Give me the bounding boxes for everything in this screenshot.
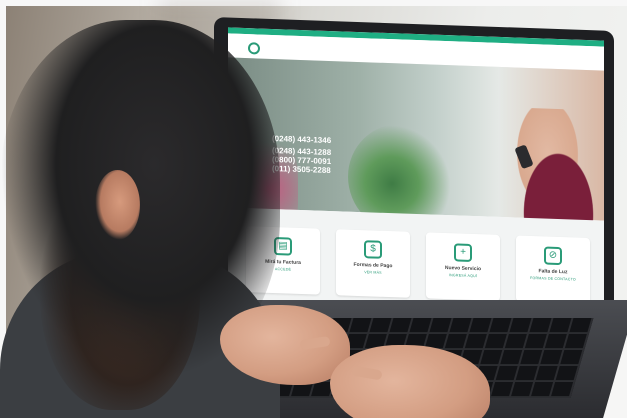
card-title: Falta de Luz: [538, 268, 568, 276]
no-power-icon: ⊘: [544, 246, 562, 266]
main-menu: [549, 59, 594, 61]
card-new-service[interactable]: + Nuevo Servicio INGRESÁ AQUÍ: [426, 232, 500, 301]
hand-coin-icon: $: [364, 240, 382, 259]
person-ear: [95, 170, 140, 240]
card-link[interactable]: FORMAS DE CONTACTO: [516, 275, 590, 282]
card-title: Nuevo Servicio: [444, 265, 482, 273]
hero-contact-block: (0248) 443-1346 (0248) 443-1288 (0800) 7…: [272, 131, 422, 178]
laptop-screen: (0248) 443-1346 (0248) 443-1288 (0800) 7…: [228, 27, 604, 319]
card-link[interactable]: VER MÁS: [336, 269, 410, 276]
new-service-icon: +: [454, 243, 472, 262]
card-payment[interactable]: $ Formas de Pago VER MÁS: [336, 229, 410, 298]
hero-banner: (0248) 443-1346 (0248) 443-1288 (0800) 7…: [228, 57, 604, 261]
photo-background: (0248) 443-1346 (0248) 443-1288 (0800) 7…: [0, 0, 627, 418]
brand-logo-icon[interactable]: [248, 42, 260, 55]
card-power-outage[interactable]: ⊘ Falta de Luz FORMAS DE CONTACTO: [516, 235, 590, 305]
card-title: Formas de Pago: [353, 261, 393, 270]
card-link[interactable]: INGRESÁ AQUÍ: [426, 272, 500, 279]
